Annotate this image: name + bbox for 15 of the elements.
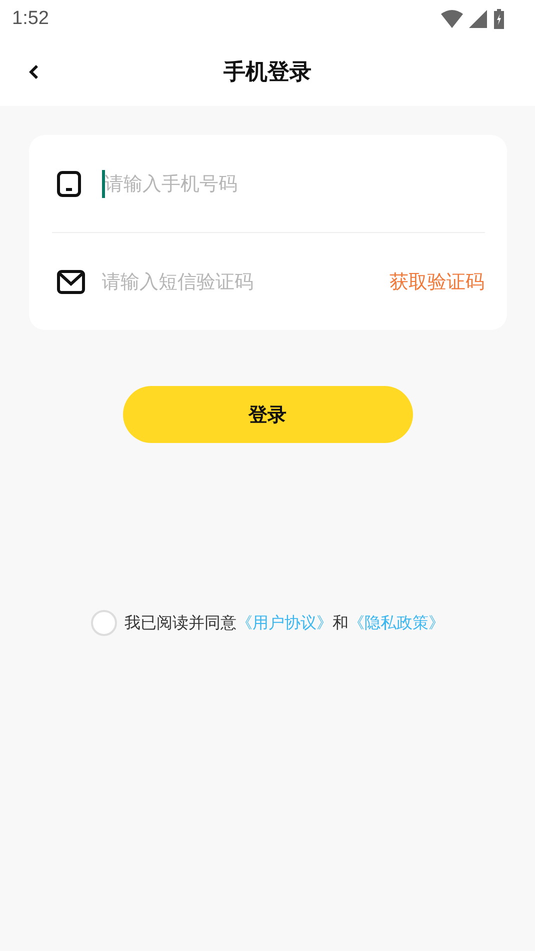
get-code-link[interactable]: 获取验证码 bbox=[390, 268, 484, 294]
agreement-text: 我已阅读并同意《用户协议》和《隐私政策》 bbox=[124, 612, 444, 634]
battery-icon bbox=[493, 9, 505, 29]
login-button[interactable]: 登录 bbox=[122, 386, 412, 443]
phone-field[interactable]: 请输入手机号码 bbox=[102, 170, 484, 198]
signal-icon bbox=[469, 10, 487, 28]
code-field[interactable]: 请输入短信验证码 bbox=[102, 268, 390, 296]
page-title: 手机登录 bbox=[224, 59, 312, 87]
status-time: 1:52 bbox=[12, 8, 49, 30]
user-agreement-link[interactable]: 《用户协议》 bbox=[236, 612, 332, 632]
phone-icon bbox=[56, 170, 80, 196]
wifi-icon bbox=[441, 10, 463, 28]
privacy-policy-link[interactable]: 《隐私政策》 bbox=[348, 612, 444, 632]
mail-icon bbox=[56, 270, 84, 294]
agree-checkbox[interactable] bbox=[90, 610, 116, 636]
